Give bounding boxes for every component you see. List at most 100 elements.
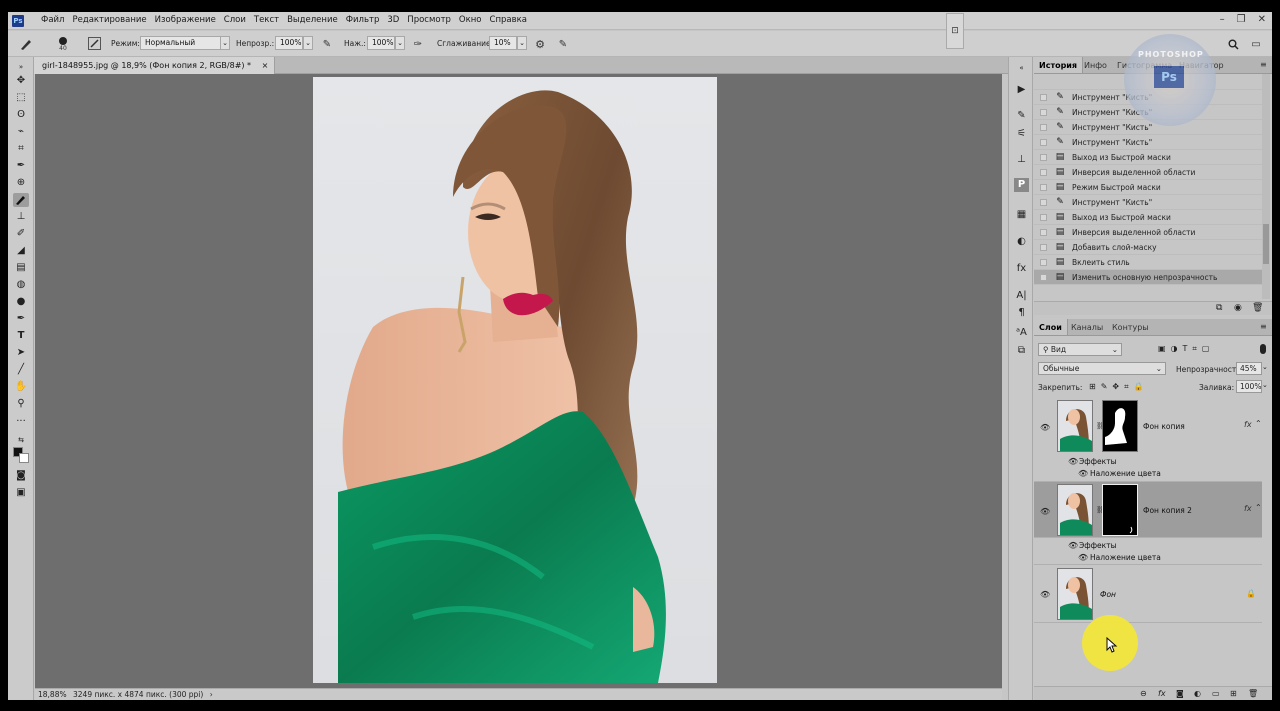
dodge-tool-icon[interactable]: ● (13, 295, 29, 309)
history-snapshot-checkbox[interactable] (1040, 214, 1047, 221)
history-state-row[interactable]: ✎ Инструмент "Кисть" (1034, 120, 1262, 135)
airbrush-icon[interactable]: ✑ (411, 37, 425, 51)
crop-tool-icon[interactable]: ⌗ (13, 142, 29, 156)
play-action-icon[interactable]: ▶ (1014, 83, 1029, 97)
expand-effects-icon[interactable]: ⌃ (1255, 503, 1262, 512)
menu-item[interactable]: 3D (383, 15, 403, 25)
smoothing-dropdown-arrow[interactable]: ⌄ (517, 36, 527, 50)
fill-dropdown-icon[interactable]: ⌄ (1262, 381, 1268, 389)
menu-item[interactable]: Справка (486, 15, 531, 25)
flow-input[interactable]: 100% (367, 36, 395, 50)
maximize-button[interactable]: ❐ (1237, 14, 1246, 25)
history-scrollbar[interactable] (1262, 74, 1270, 299)
history-state-row[interactable]: ▤ Вклеить стиль (1034, 255, 1262, 270)
pen-tool-icon[interactable]: ✒ (13, 312, 29, 326)
history-snapshot-checkbox[interactable] (1040, 244, 1047, 251)
layer-row[interactable]: 👁 ⛓ Фон копия fx ⌃ 👁 Эффекты 👁 Наложение… (1034, 397, 1262, 482)
eye-icon[interactable]: 👁 (1040, 424, 1050, 432)
menu-item[interactable]: Изображение (151, 15, 220, 25)
history-snapshot-checkbox[interactable] (1040, 184, 1047, 191)
effect-name[interactable]: Наложение цвета (1090, 469, 1161, 478)
history-snapshot-checkbox[interactable] (1040, 199, 1047, 206)
edit-toolbar-icon[interactable]: ··· (13, 415, 29, 429)
blur-tool-icon[interactable]: ◍ (13, 278, 29, 292)
tab-channels[interactable]: Каналы (1071, 323, 1103, 332)
history-state-row[interactable]: ▤ Инверсия выделенной области (1034, 165, 1262, 180)
layers-menu-icon[interactable]: ≡ (1260, 322, 1267, 331)
path-selection-tool-icon[interactable]: ➤ (13, 346, 29, 360)
menu-item[interactable]: Окно (455, 15, 486, 25)
brush-settings-icon[interactable] (88, 37, 101, 50)
layer-name[interactable]: Фон (1100, 590, 1116, 599)
eraser-tool-icon[interactable]: ◢ (13, 244, 29, 258)
new-group-icon[interactable]: ▭ (1212, 687, 1220, 700)
lock-icon[interactable]: 🔒 (1246, 589, 1256, 598)
flow-dropdown-arrow[interactable]: ⌄ (395, 36, 405, 50)
menu-item[interactable]: Редактирование (68, 15, 150, 25)
opacity-dropdown-icon[interactable]: ⌄ (1262, 363, 1268, 371)
pressure-opacity-icon[interactable]: ✎ (320, 37, 334, 51)
toolbar-collapse-icon[interactable]: » (13, 60, 29, 74)
minimize-button[interactable]: – (1220, 14, 1225, 25)
line-tool-icon[interactable]: ╱ (13, 363, 29, 377)
quick-selection-tool-icon[interactable]: ⌁ (13, 125, 29, 139)
new-document-from-state-icon[interactable]: ⧉ (1216, 303, 1222, 313)
history-brush-tool-icon[interactable]: ✐ (13, 227, 29, 241)
type-tool-icon[interactable]: T (13, 329, 29, 343)
layer-name[interactable]: Фон копия (1143, 422, 1185, 431)
expand-effects-icon[interactable]: ⌃ (1255, 419, 1262, 428)
gradient-tool-icon[interactable]: ▤ (13, 261, 29, 275)
plugin-p-icon[interactable]: P (1014, 178, 1029, 192)
pressure-size-icon[interactable]: ✎ (556, 37, 570, 51)
layer-mask-thumbnail[interactable] (1102, 484, 1138, 536)
history-state-row[interactable]: ▤ Добавить слой-маску (1034, 240, 1262, 255)
tab-paths[interactable]: Контуры (1112, 323, 1149, 332)
history-state-row[interactable]: ▤ Выход из Быстрой маски (1034, 150, 1262, 165)
menu-item[interactable]: Слои (220, 15, 250, 25)
eye-icon[interactable]: 👁 (1068, 542, 1078, 550)
status-menu-icon[interactable]: › (210, 690, 213, 699)
brush-tool-icon[interactable] (13, 193, 29, 207)
healing-brush-tool-icon[interactable]: ⊕ (13, 176, 29, 190)
close-button[interactable]: ✕ (1258, 14, 1266, 25)
layer-filter-icons[interactable]: ▣◑T⌗▢ (1158, 344, 1215, 354)
delete-state-icon[interactable]: 🗑 (1252, 303, 1263, 313)
delete-layer-icon[interactable]: 🗑 (1248, 687, 1258, 700)
styles-fx-icon[interactable]: fx (1014, 262, 1029, 276)
snapshot-camera-icon[interactable]: ◉ (1234, 303, 1242, 313)
history-state-row[interactable]: ▤ Выход из Быстрой маски (1034, 210, 1262, 225)
add-style-fx-icon[interactable]: fx (1158, 687, 1166, 700)
mode-dropdown-arrow[interactable]: ⌄ (220, 36, 230, 50)
history-snapshot-checkbox[interactable] (1040, 124, 1047, 131)
layer-row[interactable]: 👁 Фон 🔒 (1034, 565, 1262, 623)
mode-select[interactable]: Нормальный (140, 36, 230, 50)
zoom-level[interactable]: 18,88% (38, 690, 67, 699)
menu-item[interactable]: Фильтр (342, 15, 384, 25)
background-color-swatch[interactable] (19, 453, 29, 463)
history-state-row[interactable]: ▤ Изменить основную непрозрачность (1034, 270, 1262, 285)
panel-collapse-icon[interactable]: « (1014, 61, 1029, 75)
color-panel-icon[interactable]: ◐ (1014, 235, 1029, 249)
history-state-row[interactable]: ▤ Режим Быстрой маски (1034, 180, 1262, 195)
hand-tool-icon[interactable]: ✋ (13, 380, 29, 394)
document-tab-close-icon[interactable]: × (262, 61, 269, 70)
panel-menu-icon[interactable]: ≡ (1260, 60, 1267, 69)
history-state-row[interactable]: ✎ Инструмент "Кисть" (1034, 135, 1262, 150)
search-icon[interactable] (1226, 37, 1240, 51)
history-state-row[interactable]: ✎ Инструмент "Кисть" (1034, 195, 1262, 210)
canvas-area[interactable] (35, 74, 1002, 688)
brush-tool-preset-icon[interactable] (18, 36, 34, 52)
tab-info[interactable]: Инфо (1084, 61, 1107, 70)
swap-colors-icon[interactable]: ⇆ (13, 433, 29, 447)
layer-fx-icon[interactable]: fx (1244, 420, 1252, 429)
marquee-tool-icon[interactable]: ⬚ (13, 91, 29, 105)
history-state-row[interactable]: ▤ Инверсия выделенной области (1034, 225, 1262, 240)
menu-item[interactable]: Текст (250, 15, 283, 25)
fill-input[interactable]: 100% (1236, 380, 1262, 393)
layer-row-selected[interactable]: 👁 ⛓ Фон копия 2 fx ⌃ (1034, 482, 1262, 538)
tab-history[interactable]: История (1034, 57, 1084, 73)
eye-icon[interactable]: 👁 (1040, 591, 1050, 599)
history-snapshot-checkbox[interactable] (1040, 139, 1047, 146)
eye-icon[interactable]: 👁 (1068, 458, 1078, 466)
layer-opacity-input[interactable]: 45% (1236, 362, 1262, 375)
